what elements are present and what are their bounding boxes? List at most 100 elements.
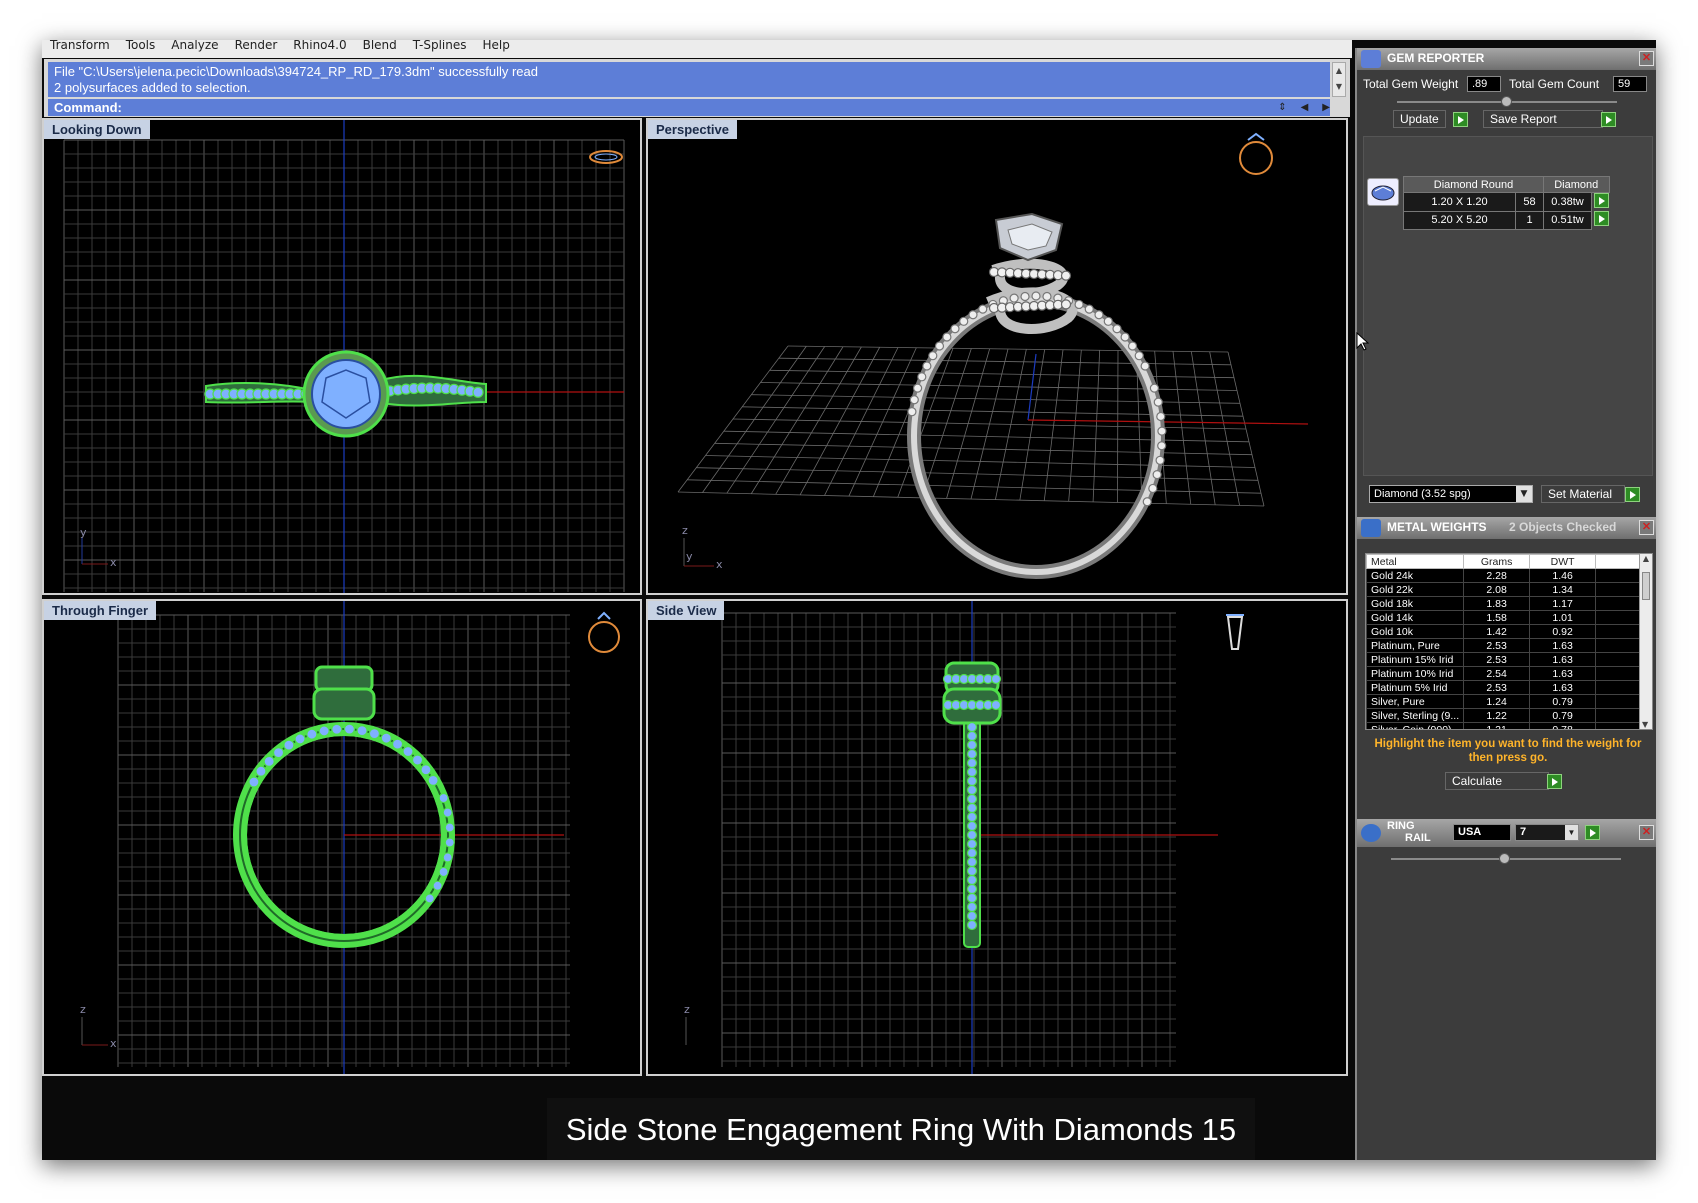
metal-row-spacer [1595, 708, 1641, 723]
axis-label-y: y [80, 526, 87, 539]
metal-row[interactable]: Platinum, Pure 2.53 1.63 [1366, 638, 1641, 653]
metal-row[interactable]: Gold 22k 2.08 1.34 [1366, 582, 1641, 597]
gem-slider-knob[interactable] [1501, 96, 1512, 107]
metal-dwt: 1.17 [1529, 596, 1597, 611]
metal-row[interactable]: Silver, Sterling (9... 1.22 0.79 [1366, 708, 1641, 723]
save-report-button[interactable]: Save Report [1483, 110, 1603, 128]
metal-name: Silver, Pure [1366, 694, 1465, 709]
viewport-label[interactable]: Through Finger [44, 601, 157, 620]
menu-transform[interactable]: Transform [42, 40, 118, 51]
metal-row-spacer [1595, 568, 1641, 583]
metal-name: Gold 22k [1366, 582, 1465, 597]
close-icon[interactable]: ✕ [1639, 520, 1654, 535]
metal-name: Gold 24k [1366, 568, 1465, 583]
metal-row[interactable]: Platinum 10% Irid 2.54 1.63 [1366, 666, 1641, 681]
viewport-label[interactable]: Side View [648, 601, 725, 620]
chevron-right-icon[interactable]: ▶ [1322, 102, 1330, 113]
ring-rail-slider-knob[interactable] [1499, 853, 1510, 864]
save-report-go-icon[interactable] [1601, 112, 1616, 127]
spin-icon[interactable]: ⇕ [1278, 102, 1286, 113]
menu-tools[interactable]: Tools [118, 40, 164, 51]
menu-rhino[interactable]: Rhino4.0 [285, 40, 354, 51]
metal-row-spacer [1595, 680, 1641, 695]
ring-rail-region[interactable]: USA [1453, 824, 1511, 841]
metal-grams: 1.83 [1463, 596, 1531, 611]
metal-row[interactable]: Gold 14k 1.58 1.01 [1366, 610, 1641, 625]
menu-analyze[interactable]: Analyze [163, 40, 226, 51]
material-select[interactable]: Diamond (3.52 spg) ▼ [1369, 485, 1533, 503]
objects-checked-status: 2 Objects Checked [1509, 520, 1617, 534]
menu-tsplines[interactable]: T-Splines [405, 40, 475, 51]
axis-label-z: z [684, 1003, 690, 1016]
gem-col-type: Diamond [1543, 176, 1610, 193]
update-button[interactable]: Update [1393, 110, 1446, 128]
chevron-down-icon[interactable]: ▼ [1516, 486, 1532, 502]
gem-row-go-icon[interactable] [1594, 193, 1609, 208]
viewport-label[interactable]: Perspective [648, 120, 737, 139]
gem-size: 5.20 X 5.20 [1403, 210, 1516, 230]
metal-row[interactable]: Platinum 5% Irid 2.53 1.63 [1366, 680, 1641, 695]
command-history[interactable]: File "C:\Users\jelena.pecic\Downloads\39… [48, 62, 1330, 97]
ring-side-wireframe [942, 661, 1002, 948]
viewport-label[interactable]: Looking Down [44, 120, 150, 139]
metal-grams: 1.42 [1463, 624, 1531, 639]
metal-row[interactable]: Gold 18k 1.83 1.17 [1366, 596, 1641, 611]
update-go-icon[interactable] [1453, 112, 1468, 127]
perspective-grid-plane [677, 345, 1265, 507]
menu-blend[interactable]: Blend [355, 40, 405, 51]
metal-row-spacer [1595, 722, 1641, 729]
chevron-left-icon[interactable]: ◀ [1301, 102, 1309, 113]
metal-scrollbar[interactable]: ▲ ▼ [1639, 554, 1652, 729]
close-icon[interactable]: ✕ [1639, 825, 1654, 840]
menu-help[interactable]: Help [474, 40, 517, 51]
metal-weights-list[interactable]: Metal Grams DWT Gold 24k 2.28 1.46 Gold 22k… [1365, 553, 1653, 730]
metal-row[interactable]: Gold 10k 1.42 0.92 [1366, 624, 1641, 639]
command-area: File "C:\Users\jelena.pecic\Downloads\39… [44, 59, 1350, 117]
view-cube-icon [588, 611, 620, 653]
metal-name: Gold 14k [1366, 610, 1465, 625]
metal-grams: 1.21 [1463, 722, 1531, 729]
set-material-go-icon[interactable] [1625, 487, 1640, 502]
metal-dwt: 1.34 [1529, 582, 1597, 597]
metal-row[interactable]: Silver, Coin (900) 1.21 0.78 [1366, 722, 1641, 729]
gem-row[interactable]: 5.20 X 5.20 1 0.51tw [1403, 210, 1609, 230]
gem-reporter-icon [1361, 50, 1381, 68]
set-material-button[interactable]: Set Material [1541, 485, 1625, 503]
viewport-canvas: z [684, 601, 1244, 1074]
ring-rail-go-icon[interactable] [1585, 825, 1600, 840]
calculate-go-icon[interactable] [1547, 774, 1562, 789]
history-line: 2 polysurfaces added to selection. [54, 80, 251, 95]
metal-dwt: 0.79 [1529, 694, 1597, 709]
command-input[interactable]: Command: [48, 99, 1330, 116]
viewport-top[interactable]: Looking Down y x [42, 118, 642, 595]
menu-render[interactable]: Render [227, 40, 286, 51]
metal-name: Silver, Coin (900) [1366, 722, 1465, 729]
view-cube-icon [1226, 614, 1244, 650]
command-prompt: Command: [54, 100, 122, 115]
gem-row[interactable]: 1.20 X 1.20 58 0.38tw [1403, 192, 1609, 212]
metal-row-spacer [1595, 638, 1641, 653]
history-scrollbar[interactable]: ▲ ▼ [1332, 62, 1346, 97]
metal-row[interactable]: Silver, Pure 1.24 0.79 [1366, 694, 1641, 709]
metal-weights-title: METAL WEIGHTS [1387, 520, 1487, 534]
video-caption: Side Stone Engagement Ring With Diamonds… [547, 1098, 1255, 1160]
material-value: Diamond (3.52 spg) [1374, 488, 1471, 500]
chevron-down-icon[interactable]: ▼ [1565, 825, 1578, 840]
metal-row[interactable]: Gold 24k 2.28 1.46 [1366, 568, 1641, 583]
viewport-perspective[interactable]: Perspective z y x [646, 118, 1348, 595]
gem-row-go-icon[interactable] [1594, 211, 1609, 226]
viewport-front[interactable]: Through Finger z x [42, 599, 642, 1076]
ring-rail-header: RING RAIL USA 7 ▼ ✕ [1357, 819, 1656, 847]
metal-row[interactable]: Platinum 15% Irid 2.53 1.63 [1366, 652, 1641, 667]
close-icon[interactable]: ✕ [1639, 51, 1654, 66]
metal-row-spacer [1595, 596, 1641, 611]
scroll-thumb[interactable] [1642, 572, 1650, 600]
viewport-side[interactable]: Side View z [646, 599, 1348, 1076]
metal-row-spacer [1595, 624, 1641, 639]
metal-dwt: 1.63 [1529, 666, 1597, 681]
menu-bar: Transform Tools Analyze Render Rhino4.0 … [42, 40, 1352, 58]
metal-dwt: 1.63 [1529, 638, 1597, 653]
calculate-button[interactable]: Calculate [1445, 772, 1549, 790]
total-gem-count-value: 59 [1613, 76, 1647, 92]
metal-grams: 1.22 [1463, 708, 1531, 723]
